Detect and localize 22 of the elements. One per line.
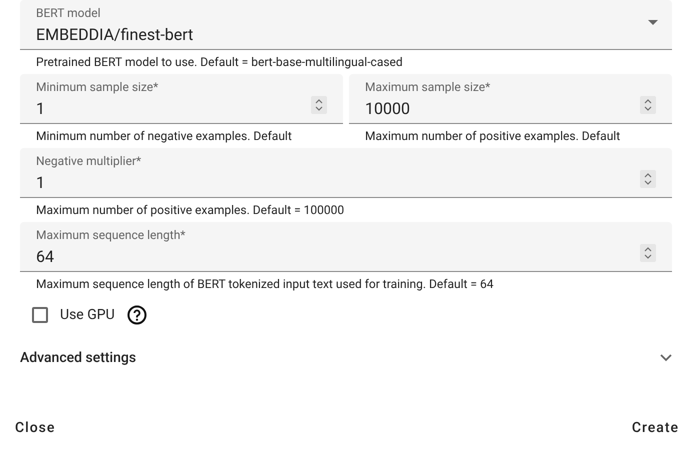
spinner-icon[interactable] bbox=[311, 96, 327, 114]
hint-text: Maximum number of positive examples. Default = 100000 bbox=[35, 202, 346, 219]
select-field[interactable]: BERT model EMBEDDIA/finest-bert bbox=[20, 0, 672, 50]
checkbox[interactable] bbox=[32, 307, 48, 323]
number-field[interactable]: Negative multiplier* 1 bbox=[20, 148, 672, 198]
hint-text: Minimum number of negative examples. Default bbox=[35, 128, 293, 145]
number-field[interactable]: Maximum sequence length* 64 bbox=[20, 222, 672, 272]
spinner-icon[interactable] bbox=[640, 96, 656, 114]
checkbox-label: Use GPU bbox=[60, 307, 115, 323]
chevron-icon[interactable] bbox=[660, 354, 672, 362]
dialog-button[interactable]: Create bbox=[632, 416, 679, 440]
help-icon[interactable] bbox=[126, 305, 147, 325]
expansion-panel-title[interactable]: Advanced settings bbox=[20, 350, 136, 366]
number-field[interactable]: Maximum sample size* 10000 bbox=[349, 74, 672, 124]
hint-text: Maximum sequence length of BERT tokenized input text used for training. Default = 64 bbox=[35, 276, 494, 293]
dropdown-caret-icon[interactable] bbox=[648, 20, 658, 26]
dialog-button[interactable]: Close bbox=[15, 416, 56, 440]
spinner-icon[interactable] bbox=[640, 170, 656, 188]
hint-text: Maximum number of positive examples. Default bbox=[364, 128, 622, 145]
hint-text: Pretrained BERT model to use. Default = bert-base-multilingual-cased bbox=[35, 54, 404, 71]
number-field[interactable]: Minimum sample size* 1 bbox=[20, 74, 343, 124]
spinner-icon[interactable] bbox=[640, 244, 656, 262]
